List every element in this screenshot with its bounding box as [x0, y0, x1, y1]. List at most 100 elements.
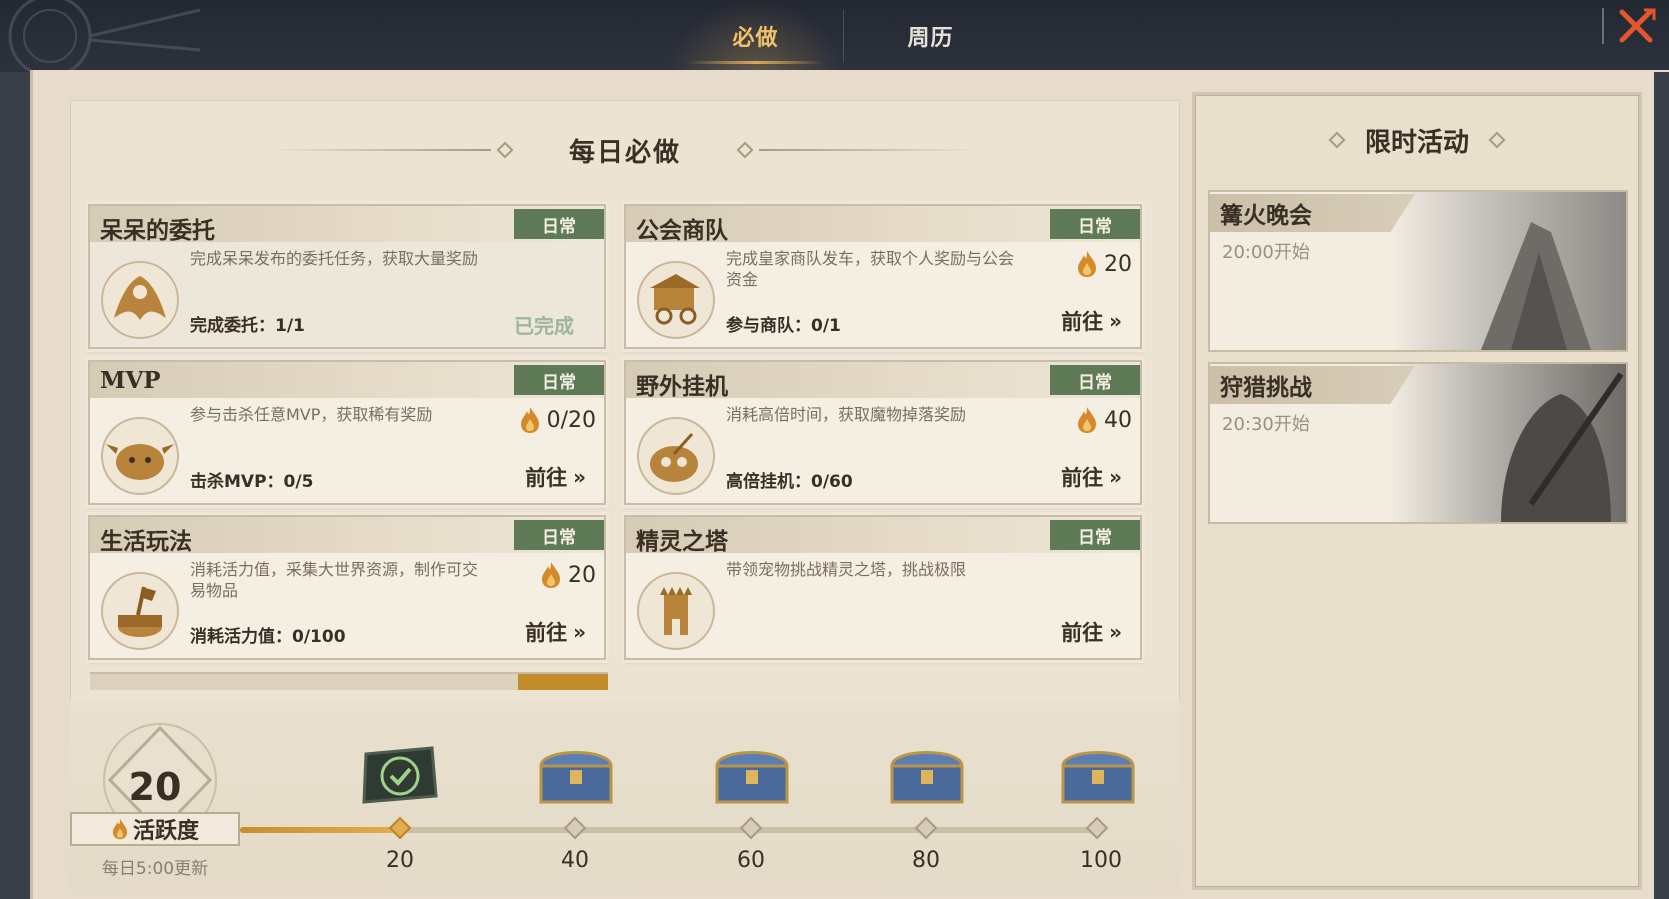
task-card-spirit-tower: 精灵之塔 日常 带领宠物挑战精灵之塔，挑战极限 前往» [624, 515, 1142, 660]
flame-icon [520, 407, 539, 433]
task-progress: 消耗活力值：0/100 [190, 627, 346, 647]
partial-badge [518, 674, 608, 690]
go-button[interactable]: 前往» [525, 617, 586, 647]
task-description: 完成呆呆发布的委托任务，获取大量奖励 [190, 249, 479, 268]
activity-bar [70, 700, 1180, 890]
tab-weekly-calendar-label: 周历 [907, 25, 954, 51]
milestone-label: 80 [912, 848, 940, 873]
event-time: 20:00开始 [1222, 242, 1310, 263]
activity-reward: 20 [1076, 250, 1132, 278]
event-name: 篝火晚会 [1220, 202, 1312, 229]
flame-icon [1078, 251, 1096, 277]
field-afk-icon [637, 417, 715, 495]
activity-progress-fill [240, 827, 395, 833]
guild-crest-decoration [8, 0, 201, 72]
task-progress: 高倍挂机：0/60 [726, 472, 853, 492]
tab-must-do[interactable]: 必做 [668, 0, 843, 72]
task-progress: 参与商队：0/1 [726, 316, 841, 336]
left-frame-edge [0, 72, 30, 899]
tab-active-underline [688, 61, 823, 64]
reward-amount: 20 [568, 562, 596, 588]
treasure-chest-icon[interactable] [1055, 740, 1141, 808]
limited-events-title: 限时活动 [1364, 127, 1469, 158]
double-chevron-icon: » [1109, 620, 1122, 644]
mvp-monster-icon [101, 417, 179, 495]
daily-badge: 日常 [514, 365, 604, 395]
treasure-chest-icon[interactable] [533, 740, 619, 808]
go-button-label: 前往 [1061, 309, 1104, 334]
activity-label-box: 活跃度 [70, 812, 240, 846]
event-card-hunting[interactable]: 狩猎挑战 20:30开始 [1208, 362, 1628, 524]
top-bar: 必做 周历 [0, 0, 1669, 72]
activity-reward: 40 [1076, 406, 1132, 434]
flame-icon [1078, 407, 1096, 433]
task-card-guild-caravan: 公会商队 日常 完成皇家商队发车，获取个人奖励与公会资金 20 参与商队：0/1… [624, 204, 1142, 349]
milestone-label: 20 [386, 848, 414, 873]
daily-badge: 日常 [514, 209, 604, 239]
go-button[interactable]: 前往» [525, 462, 586, 492]
daily-badge: 日常 [1050, 365, 1140, 395]
task-description: 参与击杀任意MVP，获取稀有奖励 [190, 405, 433, 424]
event-name: 狩猎挑战 [1220, 374, 1312, 401]
ornament-diamond-left [1328, 131, 1346, 149]
event-time: 20:30开始 [1222, 414, 1310, 435]
activity-reward: 0/20 [519, 406, 596, 434]
task-card-delegation: 呆呆的委托 日常 完成呆呆发布的委托任务，获取大量奖励 完成委托：1/1 已完成 [88, 204, 606, 349]
flame-icon [542, 562, 560, 588]
treasure-chest-icon[interactable] [884, 740, 970, 808]
header-line-left [270, 149, 491, 151]
task-card-life-skills: 生活玩法 日常 消耗活力值，采集大世界资源，制作可交易物品 20 消耗活力值：0… [88, 515, 606, 660]
close-icon[interactable] [1614, 4, 1658, 48]
task-description: 消耗高倍时间，获取魔物掉落奖励 [726, 405, 967, 424]
ornament-diamond-right [736, 141, 754, 159]
task-title: MVP [100, 367, 161, 394]
go-button[interactable]: 前往» [1061, 306, 1122, 336]
tab-weekly-calendar[interactable]: 周历 [843, 0, 1018, 72]
milestone-label: 40 [561, 848, 589, 873]
task-title: 精灵之塔 [636, 528, 728, 555]
task-title: 野外挂机 [636, 373, 728, 400]
refresh-note: 每日5:00更新 [101, 859, 209, 879]
daily-badge: 日常 [1050, 520, 1140, 550]
milestone-label: 60 [737, 848, 765, 873]
ornament-diamond-right [1488, 131, 1506, 149]
reward-amount: 40 [1104, 407, 1132, 433]
completed-label: 已完成 [514, 314, 574, 338]
double-chevron-icon: » [573, 465, 586, 489]
go-button-label: 前往 [1061, 620, 1104, 645]
task-progress: 击杀MVP：0/5 [190, 472, 314, 492]
spirit-tower-icon [637, 572, 715, 650]
hunting-art [1391, 364, 1626, 522]
double-chevron-icon: » [1109, 465, 1122, 489]
ornament-diamond-left [496, 141, 514, 159]
task-title: 呆呆的委托 [100, 217, 215, 244]
double-chevron-icon: » [1109, 309, 1122, 333]
treasure-chest-icon[interactable] [709, 740, 795, 808]
go-button-label: 前往 [525, 620, 568, 645]
close-divider [1602, 8, 1604, 44]
header-line-right [759, 149, 979, 151]
go-button[interactable]: 前往» [1061, 462, 1122, 492]
daily-badge: 日常 [514, 520, 604, 550]
task-description: 消耗活力值，采集大世界资源，制作可交易物品 [190, 560, 479, 600]
task-description: 带领宠物挑战精灵之塔，挑战极限 [726, 560, 967, 579]
double-chevron-icon: » [573, 620, 586, 644]
claimed-check-icon [362, 746, 438, 804]
task-title: 生活玩法 [100, 528, 192, 555]
milestone-label: 100 [1080, 848, 1122, 873]
bonfire-art [1391, 192, 1626, 350]
event-card-bonfire[interactable]: 篝火晚会 20:00开始 [1208, 190, 1628, 352]
reward-amount: 0/20 [546, 407, 596, 433]
daily-badge: 日常 [1050, 209, 1140, 239]
go-button-label: 前往 [1061, 465, 1104, 490]
tab-must-do-label: 必做 [732, 25, 779, 51]
activity-progress-track [240, 827, 1100, 833]
axe-stump-icon [101, 572, 179, 650]
caravan-cart-icon [637, 261, 715, 339]
go-button[interactable]: 前往» [1061, 617, 1122, 647]
task-description: 完成皇家商队发车，获取个人奖励与公会资金 [726, 249, 1015, 289]
right-frame-edge [1654, 72, 1669, 899]
go-button-label: 前往 [525, 465, 568, 490]
task-card-partial [90, 672, 608, 690]
section-title: 每日必做 [568, 137, 681, 168]
